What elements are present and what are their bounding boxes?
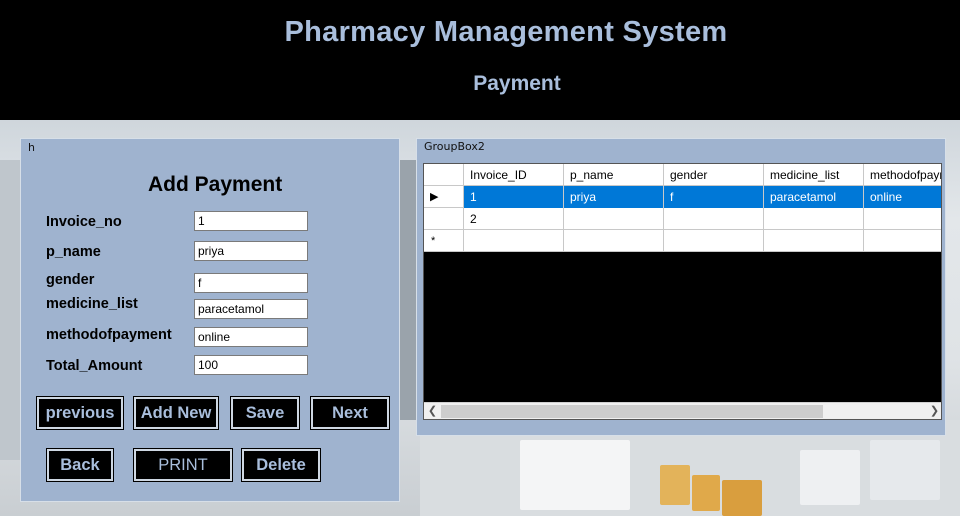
row-header[interactable] <box>424 208 464 230</box>
table-cell[interactable] <box>864 230 941 252</box>
payments-data-grid[interactable]: Invoice_ID p_name gender medicine_list m… <box>423 163 942 420</box>
table-cell[interactable]: 2 <box>464 208 564 230</box>
grid-header-row: Invoice_ID p_name gender medicine_list m… <box>424 164 941 186</box>
column-header-gender[interactable]: gender <box>664 164 764 186</box>
medicine-list-label: medicine_list <box>46 296 138 312</box>
table-cell[interactable] <box>464 230 564 252</box>
table-cell[interactable] <box>664 230 764 252</box>
method-of-payment-input[interactable] <box>194 327 308 347</box>
table-row[interactable]: 2 <box>424 208 941 230</box>
form-title: Add Payment <box>148 173 283 196</box>
scroll-right-icon[interactable]: ❯ <box>926 403 941 419</box>
save-button[interactable]: Save <box>230 396 300 430</box>
table-cell[interactable] <box>864 208 941 230</box>
total-amount-label: Total_Amount <box>46 358 143 374</box>
add-new-button[interactable]: Add New <box>133 396 219 430</box>
groupbox-caption: GroupBox2 <box>424 140 485 153</box>
invoice-no-input[interactable] <box>194 211 308 231</box>
column-header-p-name[interactable]: p_name <box>564 164 664 186</box>
medicine-list-input[interactable] <box>194 299 308 319</box>
table-cell[interactable]: online <box>864 186 941 208</box>
next-button[interactable]: Next <box>310 396 390 430</box>
grid-corner-header <box>424 164 464 186</box>
table-cell[interactable] <box>764 230 864 252</box>
new-row[interactable]: * <box>424 230 941 252</box>
payment-form-groupbox: h Add Payment Invoice_no p_name gender m… <box>20 138 400 502</box>
table-cell[interactable] <box>564 230 664 252</box>
column-header-medicine-list[interactable]: medicine_list <box>764 164 864 186</box>
app-title: Pharmacy Management System <box>284 16 728 48</box>
table-cell[interactable]: 1 <box>464 186 564 208</box>
print-button[interactable]: PRINT <box>133 448 233 482</box>
table-cell[interactable] <box>664 208 764 230</box>
total-amount-input[interactable] <box>194 355 308 375</box>
back-button[interactable]: Back <box>46 448 114 482</box>
page-subtitle: Payment <box>473 72 561 95</box>
gender-label: gender <box>46 272 95 288</box>
groupbox-caption: h <box>28 141 35 154</box>
previous-button[interactable]: previous <box>36 396 124 430</box>
table-row[interactable]: ▶ 1 priya f paracetamol online <box>424 186 941 208</box>
table-cell[interactable]: paracetamol <box>764 186 864 208</box>
scroll-left-icon[interactable]: ❮ <box>424 403 441 419</box>
invoice-no-label: Invoice_no <box>46 214 122 230</box>
p-name-label: p_name <box>46 244 101 260</box>
new-row-indicator[interactable]: * <box>424 230 464 252</box>
current-row-indicator[interactable]: ▶ <box>424 186 464 208</box>
table-cell[interactable] <box>564 208 664 230</box>
data-grid-groupbox: GroupBox2 Invoice_ID p_name gender medic… <box>416 138 946 436</box>
p-name-input[interactable] <box>194 241 308 261</box>
scrollbar-thumb[interactable] <box>441 405 823 418</box>
delete-button[interactable]: Delete <box>241 448 321 482</box>
gender-input[interactable] <box>194 273 308 293</box>
table-cell[interactable]: priya <box>564 186 664 208</box>
column-header-method-of-payment[interactable]: methodofpaym <box>864 164 941 186</box>
header-bar: Pharmacy Management System Payment <box>0 0 960 120</box>
table-cell[interactable]: f <box>664 186 764 208</box>
method-of-payment-label: methodofpayment <box>46 327 172 343</box>
column-header-invoice-id[interactable]: Invoice_ID <box>464 164 564 186</box>
table-cell[interactable] <box>764 208 864 230</box>
horizontal-scrollbar[interactable]: ❮ ❯ <box>424 402 941 419</box>
